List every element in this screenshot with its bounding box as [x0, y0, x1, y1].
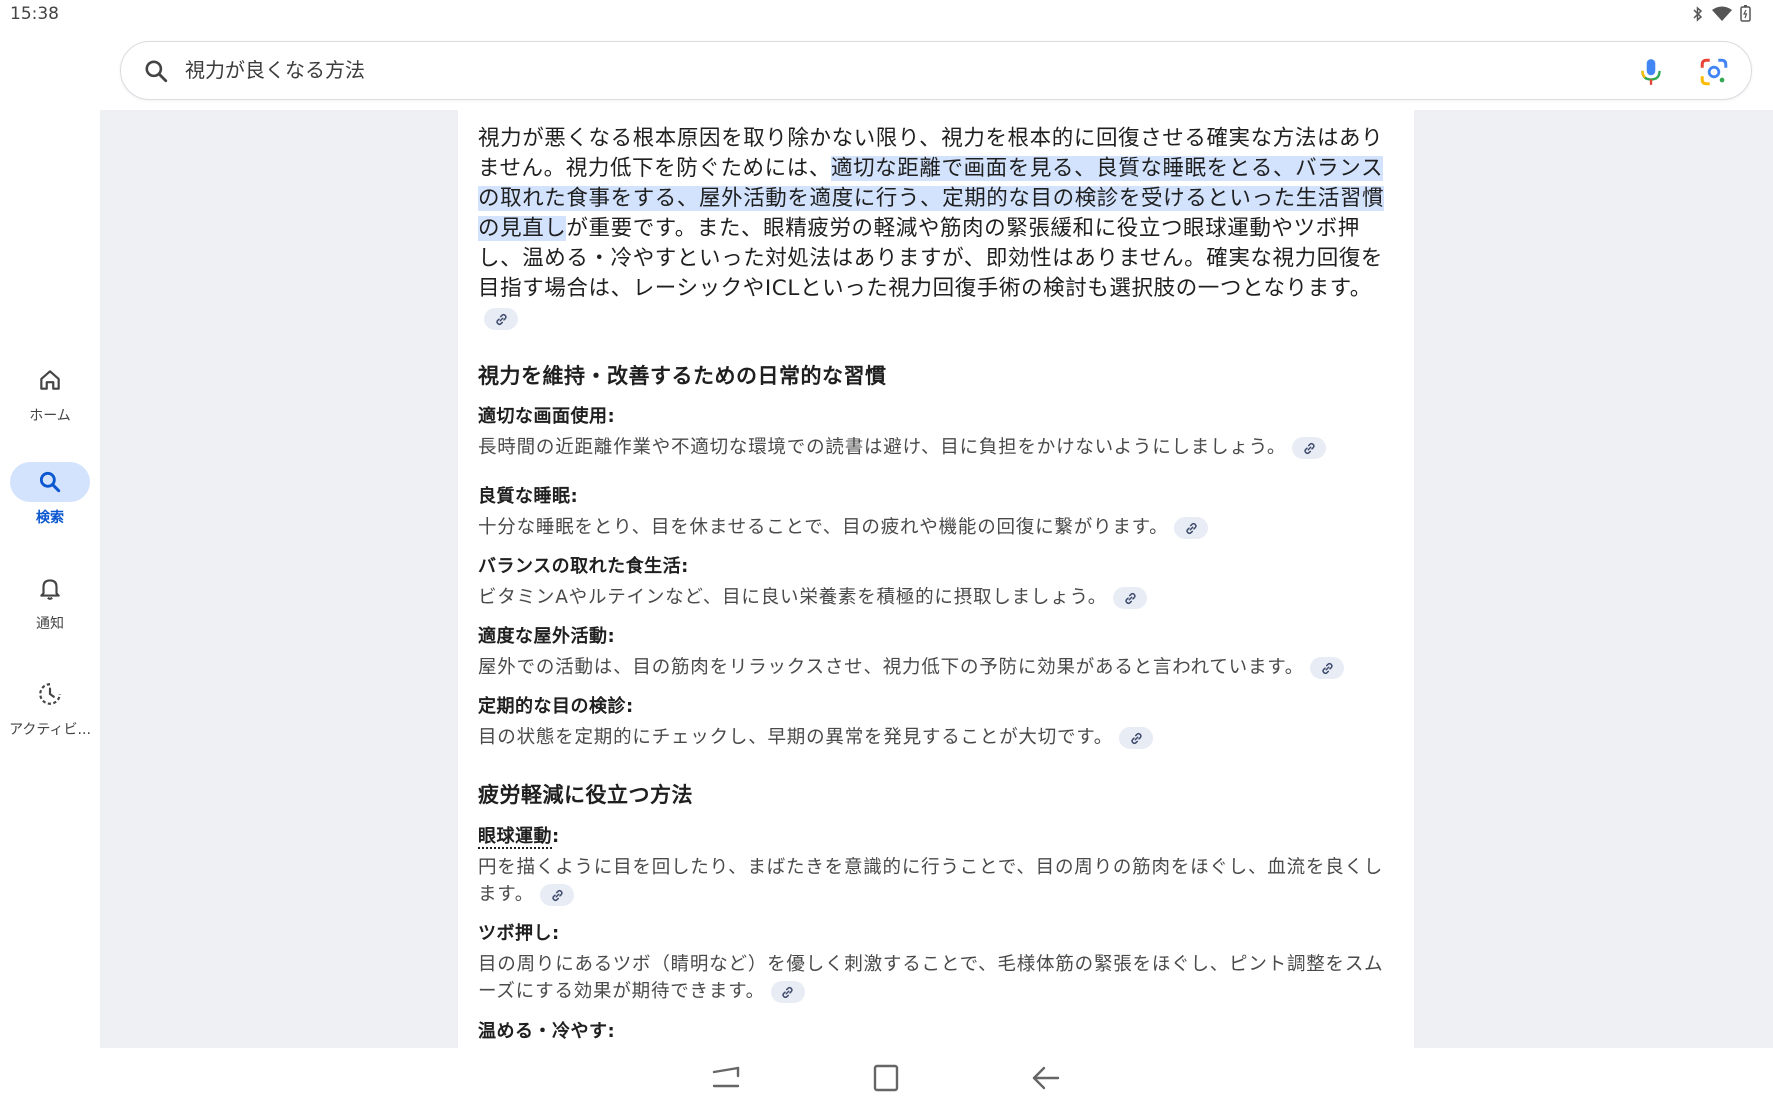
system-nav-bar	[0, 1048, 1773, 1108]
link-icon	[1321, 662, 1333, 674]
wifi-icon	[1712, 6, 1732, 26]
link-icon	[551, 889, 563, 901]
item-title: ツボ押し:	[478, 923, 560, 944]
item-title: 適切な画面使用:	[478, 406, 616, 427]
rail-item-activity[interactable]: アクティビ...	[0, 674, 100, 739]
item-desc: 目の状態を定期的にチェックし、早期の異常を発見することが大切です。	[478, 724, 1394, 751]
section-title-daily-habits: 視力を維持・改善するための日常的な習慣	[478, 364, 887, 388]
link-icon	[495, 313, 507, 325]
mic-icon[interactable]	[1637, 57, 1665, 87]
intro-text-after: が重要です。また、眼精疲労の軽減や筋肉の緊張緩和に役立つ眼球運動やツボ押し、温め…	[478, 216, 1384, 301]
rail-pill-activity	[10, 674, 90, 714]
item-desc-text: 屋外での活動は、目の筋肉をリラックスさせ、視力低下の予防に効果があると言われてい…	[478, 657, 1305, 678]
link-icon	[1124, 592, 1136, 604]
item-desc-text: 目の周りにあるツボ（睛明など）を優しく刺激することで、毛様体筋の緊張をほぐし、ピ…	[478, 954, 1384, 1002]
item-desc: 屋外での活動は、目の筋肉をリラックスさせ、視力低下の予防に効果があると言われてい…	[478, 654, 1394, 681]
item-desc: 目の周りにあるツボ（睛明など）を優しく刺激することで、毛様体筋の緊張をほぐし、ピ…	[478, 951, 1394, 1005]
source-link-button[interactable]	[1310, 657, 1345, 679]
rail-pill-notifications	[10, 568, 90, 608]
item-desc: 十分な睡眠をとり、目を休ませることで、目の疲れや機能の回復に繋がります。	[478, 514, 1394, 541]
source-link-button[interactable]	[1119, 727, 1154, 749]
item-desc: 円を描くように目を回したり、まばたきを意識的に行うことで、目の周りの筋肉をほぐし…	[478, 854, 1394, 908]
item-title: 眼球運動:	[478, 822, 560, 849]
answer-intro: 視力が悪くなる根本原因を取り除かない限り、視力を根本的に回復させる確実な方法はあ…	[478, 124, 1394, 334]
source-link-button[interactable]	[1292, 437, 1327, 459]
activity-icon	[39, 683, 61, 705]
item-title-suffix: :	[552, 826, 560, 847]
item-desc-text: 目の状態を定期的にチェックし、早期の異常を発見することが大切です。	[478, 727, 1114, 748]
bell-icon	[40, 579, 60, 600]
link-icon	[782, 986, 794, 998]
link-icon	[1304, 442, 1315, 454]
rail-item-search[interactable]: 検索	[0, 462, 100, 527]
item-desc-text: 円を描くように目を回したり、まばたきを意識的に行うことで、目の周りの筋肉をほぐし…	[478, 857, 1384, 905]
item-desc-text: 十分な睡眠をとり、目を休ませることで、目の疲れや機能の回復に繋がります。	[478, 517, 1169, 538]
home-nav-icon[interactable]	[868, 1062, 904, 1094]
rail-pill-search	[10, 462, 90, 502]
search-icon	[145, 60, 168, 83]
source-link-button[interactable]	[770, 981, 805, 1003]
item-desc: ビタミンAやルテインなど、目に良い栄養素を積極的に摂取しましょう。	[478, 584, 1394, 611]
bluetooth-icon	[1692, 5, 1704, 26]
ai-answer-panel: 視力が悪くなる根本原因を取り除かない限り、視力を根本的に回復させる確実な方法はあ…	[458, 110, 1414, 1048]
item-desc-text: ビタミンAやルテインなど、目に良い栄養素を積極的に摂取しましょう。	[478, 587, 1108, 608]
search-input[interactable]	[185, 56, 1485, 80]
source-link-button[interactable]	[540, 884, 575, 906]
status-icons	[1692, 5, 1751, 26]
back-icon[interactable]	[1028, 1062, 1064, 1094]
rail-item-label: ホーム	[29, 408, 71, 424]
section-title-fatigue-relief: 疲労軽減に役立つ方法	[478, 783, 693, 807]
item-title: 温める・冷やす:	[478, 1021, 616, 1042]
rail-item-home[interactable]: ホーム	[0, 360, 100, 425]
link-icon	[1186, 522, 1197, 534]
item-title: 適度な屋外活動:	[478, 626, 616, 647]
search-bar[interactable]	[120, 41, 1752, 100]
item-title-link[interactable]: 眼球運動	[478, 826, 552, 849]
link-icon	[1130, 732, 1142, 744]
nav-rail: ホーム 検索 通知 アクティビ...	[0, 110, 100, 1050]
rail-item-label: 検索	[36, 510, 64, 526]
item-title: 良質な睡眠:	[478, 486, 579, 507]
rail-pill-home	[10, 360, 90, 400]
ai-answer-body: 視力が悪くなる根本原因を取り除かない限り、視力を根本的に回復させる確実な方法はあ…	[478, 124, 1394, 1042]
item-desc-text: 長時間の近距離作業や不適切な環境での読書は避け、目に負担をかけないようにしましょ…	[478, 437, 1287, 458]
battery-icon	[1740, 5, 1751, 26]
rail-item-label: アクティビ...	[9, 722, 91, 738]
search-icon	[39, 471, 61, 493]
item-title: 定期的な目の検診:	[478, 696, 634, 717]
recent-apps-icon[interactable]	[708, 1062, 744, 1094]
source-link-button[interactable]	[484, 308, 518, 330]
status-time: 15:38	[10, 4, 59, 24]
google-lens-icon[interactable]	[1699, 57, 1729, 87]
source-link-button[interactable]	[1113, 587, 1148, 609]
item-title: バランスの取れた食生活:	[478, 556, 689, 577]
rail-item-notifications[interactable]: 通知	[0, 568, 100, 633]
item-desc: 長時間の近距離作業や不適切な環境での読書は避け、目に負担をかけないようにしましょ…	[478, 434, 1394, 461]
home-icon	[40, 370, 60, 390]
status-bar: 15:38	[0, 0, 1773, 34]
rail-item-label: 通知	[36, 616, 64, 632]
source-link-button[interactable]	[1174, 517, 1209, 539]
